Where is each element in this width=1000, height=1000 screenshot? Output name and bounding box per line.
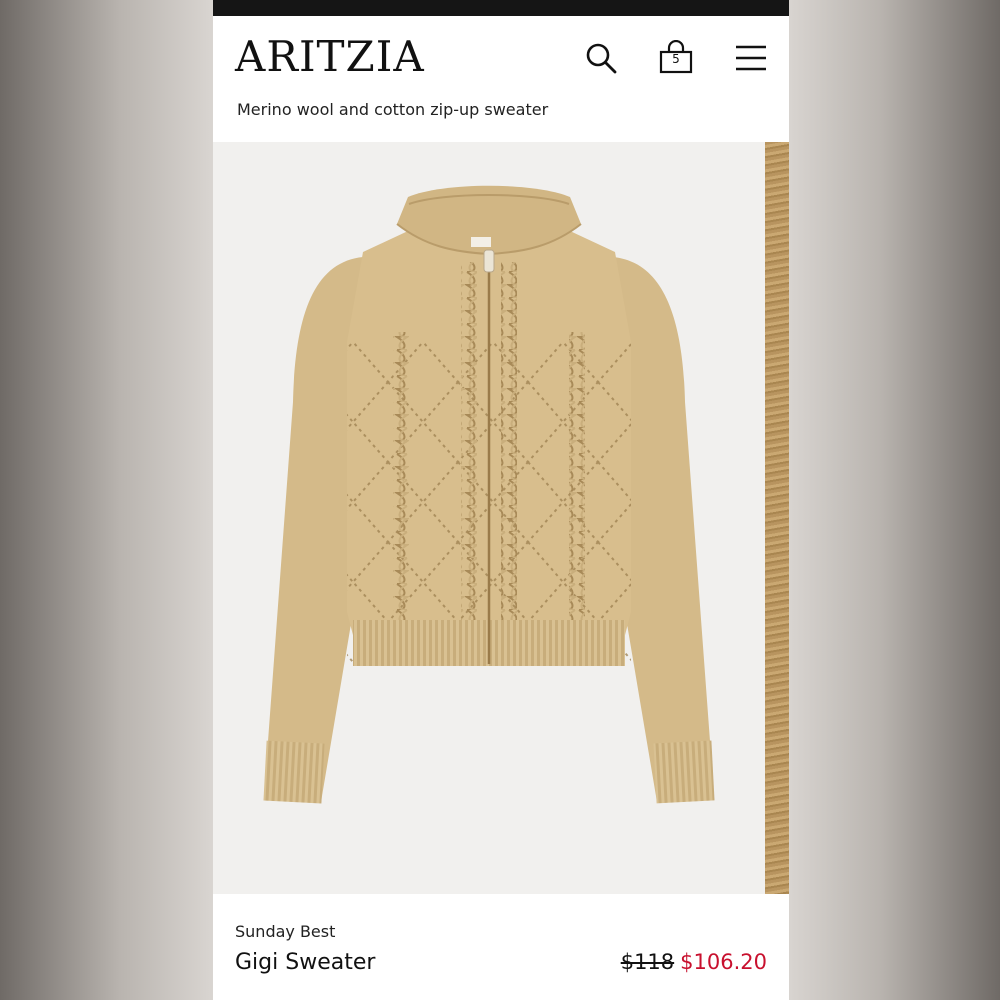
product-info: Sunday Best Gigi Sweater $118 $106.20	[213, 894, 789, 1000]
bag-count-badge: 5	[672, 52, 680, 66]
product-image[interactable]	[213, 142, 765, 894]
product-brand[interactable]: Sunday Best	[235, 922, 335, 941]
search-button[interactable]	[581, 38, 621, 78]
menu-button[interactable]	[731, 38, 771, 78]
product-name[interactable]: Gigi Sweater	[235, 950, 375, 975]
hamburger-menu-icon	[736, 45, 766, 71]
original-price: $118	[620, 950, 675, 974]
next-image-preview[interactable]	[765, 142, 789, 894]
search-icon	[586, 43, 617, 74]
price-block: $118 $106.20	[621, 950, 767, 974]
status-bar	[213, 0, 789, 16]
app-header: ARITZIA 5	[213, 16, 789, 100]
product-subtitle: Merino wool and cotton zip-up sweater	[237, 100, 549, 119]
product-image-gallery[interactable]	[213, 142, 789, 894]
sale-price: $106.20	[680, 950, 767, 974]
shopping-bag-button[interactable]: 5	[656, 38, 696, 78]
sweater-illustration	[263, 185, 715, 804]
aritzia-logo[interactable]: ARITZIA	[235, 36, 425, 78]
phone-screen: ARITZIA 5 Merino wool and cotton zip-up …	[213, 0, 789, 1000]
